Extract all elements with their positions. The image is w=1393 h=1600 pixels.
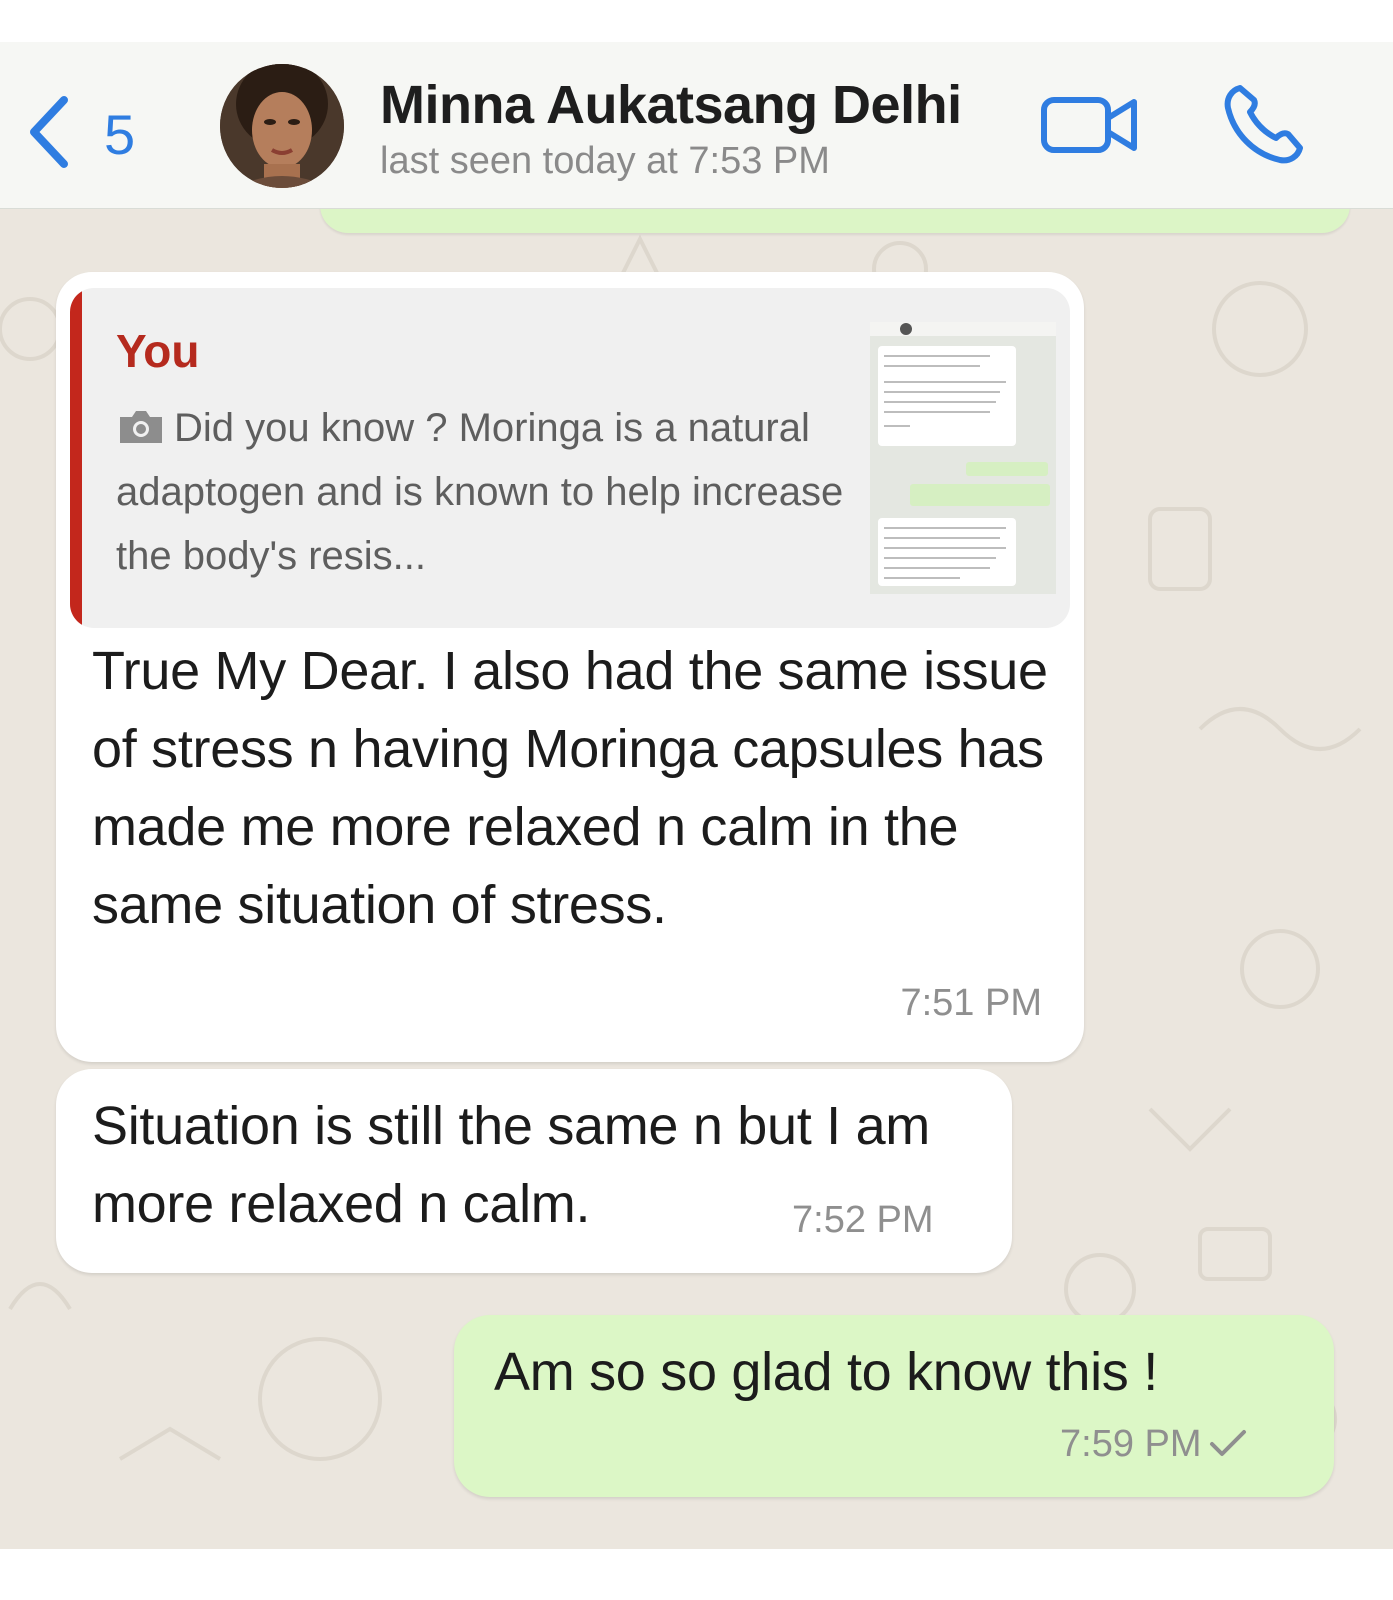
quote-text-wrapper: Did you know ? Moringa is a natural adap… [116, 396, 876, 588]
quoted-message[interactable]: You Did you know ? Moringa is a natural … [70, 288, 1070, 628]
video-call-icon[interactable] [1040, 90, 1140, 160]
camera-icon [120, 411, 162, 443]
incoming-message[interactable]: You Did you know ? Moringa is a natural … [56, 272, 1084, 1062]
message-text: Am so so glad to know this ! [494, 1342, 1158, 1402]
phone-call-icon[interactable] [1222, 82, 1306, 166]
previous-message-bubble [320, 209, 1350, 233]
last-seen-status: last seen today at 7:53 PM [380, 140, 830, 182]
back-button[interactable]: 5 [24, 92, 154, 172]
message-time: 7:51 PM [900, 982, 1042, 1024]
quote-accent-bar [70, 288, 82, 628]
quote-image-thumbnail [870, 322, 1056, 594]
message-time: 7:52 PM [792, 1199, 934, 1241]
message-time-wrapper: 7:59 PM [1060, 1423, 1248, 1466]
chat-area[interactable]: You Did you know ? Moringa is a natural … [0, 209, 1393, 1549]
message-text: True My Dear. I also had the same issue … [92, 641, 1048, 935]
incoming-message[interactable]: Situation is still the same n but I am m… [56, 1069, 1012, 1273]
quote-text: Did you know ? Moringa is a natural adap… [116, 406, 844, 578]
outgoing-message[interactable]: Am so so glad to know this ! 7:59 PM [454, 1315, 1334, 1497]
avatar-image [220, 64, 344, 188]
quote-author: You [116, 325, 200, 377]
check-icon [1209, 1430, 1246, 1456]
chevron-left-icon [30, 96, 68, 168]
chat-header: 5 Minna Aukatsang Delhi last seen today … [0, 42, 1393, 209]
contact-name[interactable]: Minna Aukatsang Delhi [380, 74, 962, 136]
contact-avatar[interactable] [220, 64, 344, 188]
bottom-bar [0, 1549, 1393, 1600]
unread-count: 5 [104, 103, 136, 166]
message-time: 7:59 PM [1060, 1423, 1202, 1465]
